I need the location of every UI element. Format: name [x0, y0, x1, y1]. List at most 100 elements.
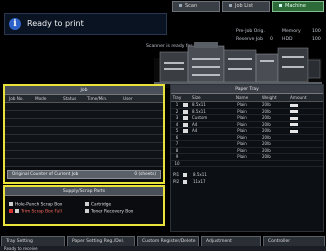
original-counter-label: Original Counter of Current Job	[12, 172, 79, 177]
tray-number: 3	[175, 115, 179, 120]
paper-amount-icon	[290, 148, 310, 154]
paper-amount-icon	[290, 135, 310, 141]
toner-recovery-icon	[85, 209, 89, 213]
tray-size	[192, 154, 222, 160]
status-message: Ready to print	[27, 19, 84, 28]
tray-weight: 20lb	[262, 147, 271, 153]
paper-amount-icon	[290, 115, 310, 121]
tab-machine-label: Machine	[285, 3, 306, 9]
machine-status-screen: Scan Job List Machine i Ready to print S…	[0, 0, 326, 251]
tray-panel-title: Paper Tray	[171, 85, 323, 94]
supply-item-trim-scrap[interactable]: Trim Scrap Box Full	[9, 209, 62, 215]
tray-size: Custom	[192, 115, 208, 120]
paper-amount-icon	[290, 141, 310, 147]
job-list[interactable]	[5, 103, 163, 167]
tray-weight: 20lb	[262, 154, 271, 159]
col-name: Name	[235, 95, 249, 100]
machine-illustration[interactable]	[154, 38, 322, 88]
paper-amount-icon	[290, 122, 310, 128]
paper-icon	[183, 135, 192, 141]
tray-size	[192, 148, 222, 154]
tab-job-list[interactable]: Job List	[222, 1, 270, 12]
paper-icon	[183, 154, 192, 160]
prejob-mem-value: 100	[312, 29, 321, 34]
job-panel: Job Job No. Mode Status Time/Min. User O…	[3, 84, 165, 184]
tab-scan-label: Scan	[185, 3, 198, 9]
pi-row[interactable]: PI2 11x17	[171, 178, 323, 185]
paper-icon	[183, 109, 192, 115]
tray-number: 7	[175, 141, 179, 146]
tray-list: 1 8.5x11 Plain 20lb 2 8.5x11 Plain 20lb 3 Custom P…	[171, 102, 323, 167]
supply-item-hole-punch[interactable]: Hole-Punch Scrap Box	[9, 202, 62, 208]
tab-job-list-label: Job List	[235, 3, 254, 9]
job-list-icon	[229, 4, 232, 7]
paper-tray-panel: Paper Tray Tray Size Name Weight Amount …	[170, 84, 324, 232]
tray-paper-name: Plain	[237, 134, 247, 140]
original-counter-value: 0 (sheets)	[134, 172, 156, 177]
pi-list: PI1 8.5x11 PI2 11x17	[171, 171, 323, 185]
paper-icon	[183, 122, 192, 128]
tray-weight: 20lb	[262, 128, 271, 133]
trim-scrap-label: Trim Scrap Box Full	[21, 209, 62, 215]
tray-paper-name: Plain	[237, 102, 247, 107]
tray-size	[192, 161, 222, 167]
toner-recovery-label: Toner Recovery Box	[91, 209, 134, 215]
tray-paper-name: Plain	[237, 121, 247, 127]
tray-number: 5	[175, 128, 179, 133]
tray-number: 4	[175, 121, 179, 127]
paper-icon	[183, 115, 192, 121]
col-size: Size	[192, 95, 201, 100]
prejob-label: Pre-Job Orig.	[236, 29, 265, 34]
status-bar: Ready to receive	[0, 246, 326, 251]
tab-machine[interactable]: Machine	[272, 1, 324, 12]
tray-weight: 20lb	[262, 115, 271, 120]
supply-item-cartridge[interactable]: Cartridge	[85, 202, 111, 208]
paper-amount-icon	[290, 161, 310, 167]
pi-label: PI1	[173, 172, 180, 177]
paper-icon	[183, 148, 192, 154]
hole-punch-label: Hole-Punch Scrap Box	[15, 202, 63, 208]
tray-number: 2	[175, 108, 179, 114]
pi-label: PI2	[173, 179, 180, 184]
scan-icon	[179, 4, 182, 7]
supply-item-toner-recovery[interactable]: Toner Recovery Box	[85, 209, 133, 215]
tray-paper-name: Plain	[237, 115, 247, 120]
hole-punch-icon	[9, 202, 13, 206]
status-banner: i Ready to print	[4, 13, 167, 35]
tray-size: 8.5x11	[192, 108, 206, 114]
job-table-header: Job No. Mode Status Time/Min. User	[5, 95, 163, 103]
tray-paper-name: Plain	[237, 141, 247, 146]
paper-amount-icon	[290, 128, 310, 134]
paper-icon	[183, 102, 192, 108]
paper-icon	[183, 161, 192, 167]
pi-row[interactable]: PI1 8.5x11	[171, 171, 323, 178]
tray-paper-name: Plain	[237, 108, 247, 114]
tray-weight: 20lb	[262, 108, 271, 114]
paper-amount-icon	[290, 102, 310, 108]
tray-size: A4	[192, 121, 198, 127]
col-job-no: Job No.	[9, 96, 24, 101]
col-weight: Weight	[262, 95, 277, 100]
paper-amount-icon	[290, 109, 310, 115]
pi-size: 11x17	[193, 179, 206, 184]
tray-weight	[262, 161, 290, 167]
tray-size: A4	[192, 128, 198, 133]
tab-scan[interactable]: Scan	[172, 1, 220, 12]
tray-table-header: Tray Size Name Weight Amount	[171, 94, 323, 102]
cartridge-label: Cartridge	[91, 202, 112, 208]
tray-size	[192, 135, 222, 141]
tray-weight: 20lb	[262, 121, 271, 127]
tray-paper-name: Plain	[237, 128, 247, 133]
info-icon: i	[9, 18, 21, 30]
paper-amount-icon	[290, 154, 310, 160]
error-icon	[9, 209, 13, 213]
col-amount: Amount	[290, 95, 307, 100]
tray-paper-name	[222, 161, 262, 167]
tray-weight: 20lb	[262, 102, 271, 107]
supply-panel-title: Supply/Scrap Parts	[5, 187, 163, 196]
supply-panel: Supply/Scrap Parts Hole-Punch Scrap Box …	[3, 185, 165, 226]
tray-number: 9	[175, 154, 179, 159]
tray-size	[192, 141, 222, 147]
tray-number: 8	[175, 147, 179, 153]
col-tray-icon	[183, 94, 192, 101]
